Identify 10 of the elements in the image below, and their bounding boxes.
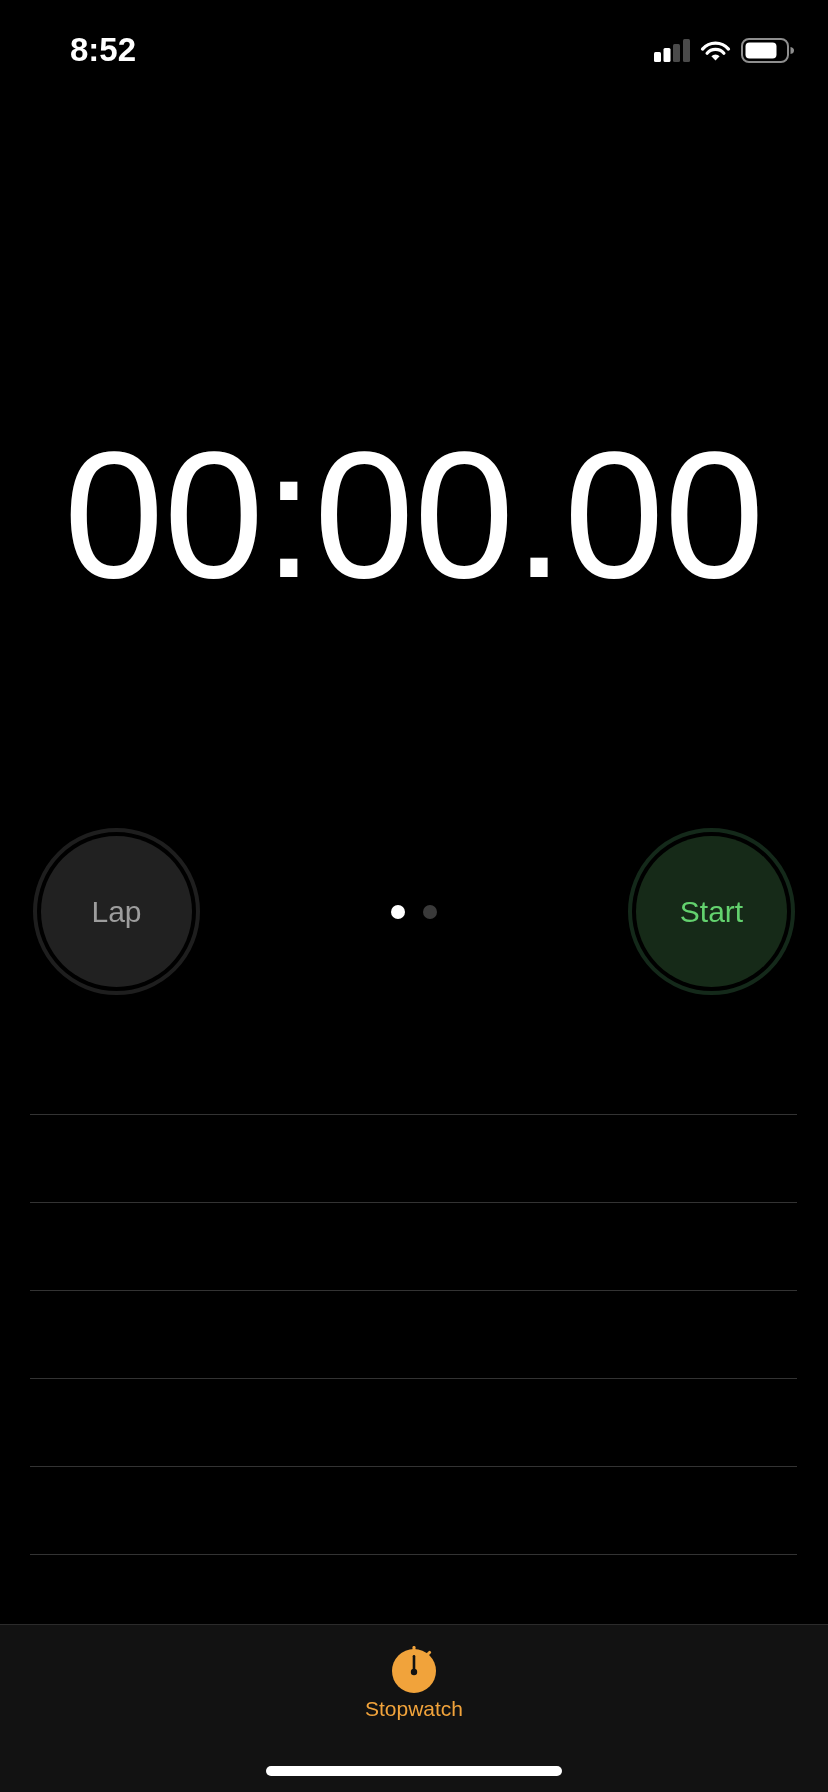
stopwatch-tab[interactable]: Stopwatch: [364, 1646, 464, 1721]
status-time: 8:52: [70, 31, 137, 69]
page-dot[interactable]: [423, 904, 437, 919]
signal-icon: [654, 38, 690, 62]
timer-display: 00:00.00: [63, 425, 765, 605]
start-button[interactable]: Start: [628, 828, 795, 995]
stopwatch-icon: [392, 1646, 436, 1693]
wifi-icon: [700, 39, 731, 61]
page-dot[interactable]: [391, 904, 405, 919]
battery-icon: [741, 37, 794, 63]
